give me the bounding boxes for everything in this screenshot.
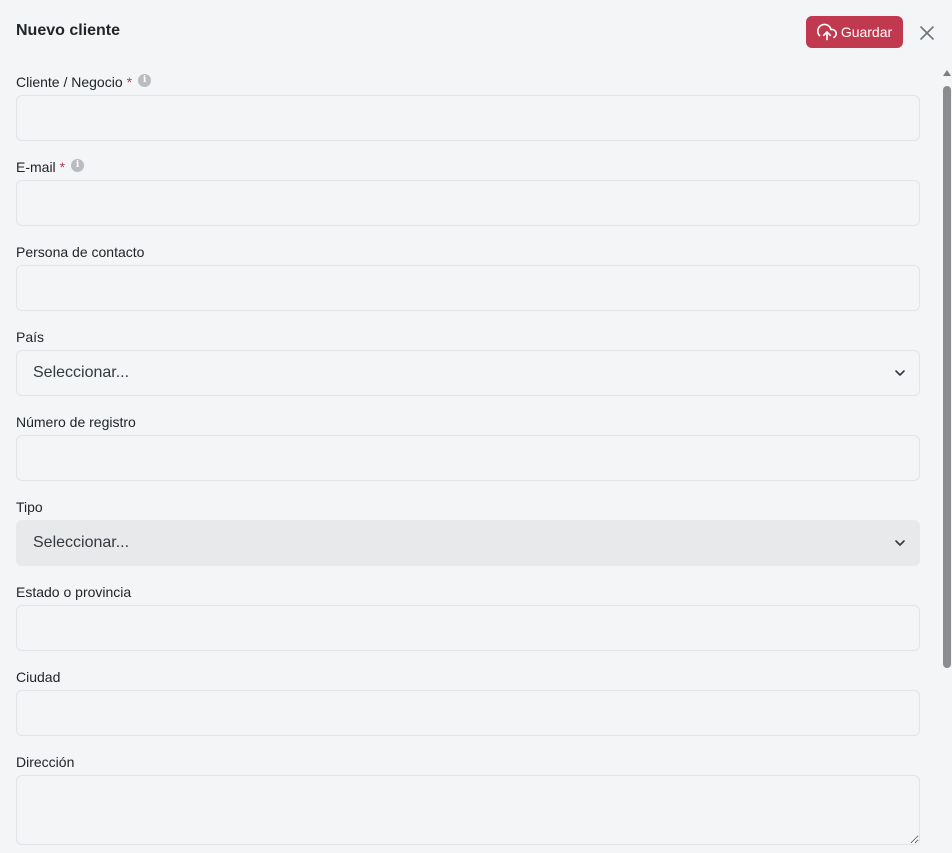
state-label: Estado o provincia xyxy=(16,584,132,600)
new-client-panel: Nuevo cliente Guardar Cliente / Negocio … xyxy=(0,0,952,853)
scrollbar-thumb[interactable] xyxy=(943,86,951,668)
state-input[interactable] xyxy=(16,605,920,651)
registration-input[interactable] xyxy=(16,435,920,481)
field-city: Ciudad xyxy=(16,667,920,752)
field-type: Tipo Seleccionar... xyxy=(16,497,920,582)
panel-header: Nuevo cliente Guardar xyxy=(0,0,952,64)
field-contact: Persona de contacto xyxy=(16,242,920,327)
type-label: Tipo xyxy=(16,499,43,515)
close-icon xyxy=(920,26,934,40)
country-label: País xyxy=(16,329,45,345)
type-select[interactable]: Seleccionar... xyxy=(16,520,920,566)
close-button[interactable] xyxy=(916,22,938,44)
registration-label: Número de registro xyxy=(16,414,136,430)
field-registration: Número de registro xyxy=(16,412,920,497)
address-label: Dirección xyxy=(16,754,75,770)
page-title: Nuevo cliente xyxy=(16,22,121,39)
country-select-value: Seleccionar... xyxy=(33,364,130,381)
field-country: País Seleccionar... xyxy=(16,327,920,412)
field-address: Dirección xyxy=(16,752,920,845)
client-form: Cliente / Negocio * i E-mail * i Persona… xyxy=(16,72,920,845)
chevron-down-icon xyxy=(895,370,905,376)
field-email: E-mail * i xyxy=(16,157,920,242)
contact-label: Persona de contacto xyxy=(16,244,145,260)
chevron-down-icon xyxy=(895,540,905,546)
scroll-up-arrow-icon[interactable] xyxy=(943,70,951,76)
city-input[interactable] xyxy=(16,690,920,736)
address-textarea[interactable] xyxy=(16,775,920,845)
required-mark: * xyxy=(59,159,66,175)
field-state: Estado o provincia xyxy=(16,582,920,667)
cloud-upload-icon xyxy=(816,23,837,41)
type-select-value: Seleccionar... xyxy=(33,534,130,551)
save-button[interactable]: Guardar xyxy=(806,16,903,48)
contact-input[interactable] xyxy=(16,265,920,311)
vertical-scrollbar[interactable] xyxy=(940,68,952,853)
field-client: Cliente / Negocio * i xyxy=(16,72,920,157)
city-label: Ciudad xyxy=(16,669,61,685)
client-label: Cliente / Negocio * i xyxy=(16,73,152,90)
required-mark: * xyxy=(126,74,133,90)
email-label: E-mail * i xyxy=(16,158,85,175)
info-icon[interactable]: i xyxy=(138,73,152,87)
country-select[interactable]: Seleccionar... xyxy=(16,350,920,396)
client-input[interactable] xyxy=(16,95,920,141)
info-icon[interactable]: i xyxy=(71,158,85,172)
email-field[interactable] xyxy=(16,180,920,226)
save-button-label: Guardar xyxy=(840,24,893,40)
